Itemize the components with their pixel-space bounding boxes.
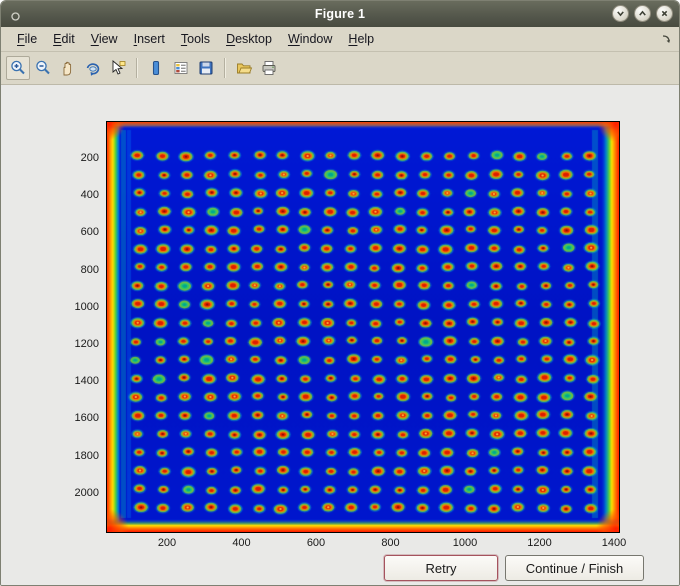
rotate-3d-button[interactable] <box>81 56 105 80</box>
pan-button[interactable] <box>56 56 80 80</box>
zoom-out-icon <box>36 60 50 75</box>
y-tick-label: 1800 <box>74 449 99 462</box>
cursor-icon <box>112 60 126 75</box>
window-menu-icon[interactable] <box>10 9 21 21</box>
save-icon <box>199 61 213 75</box>
y-tick-label: 1600 <box>74 412 99 425</box>
chevron-down-icon <box>617 11 624 17</box>
toolbar-separator <box>136 58 138 78</box>
figure-client: Retry Continue / Finish 200 400 600 800 1000… <box>1 85 679 585</box>
insert-legend-button[interactable] <box>169 56 193 80</box>
continue-finish-button[interactable]: Continue / Finish <box>505 555 644 581</box>
folder-open-icon <box>237 63 253 74</box>
open-file-button[interactable] <box>232 56 256 80</box>
axes[interactable] <box>106 121 620 533</box>
y-tick-label: 600 <box>80 226 99 239</box>
x-tick-label: 1400 <box>601 537 627 549</box>
zoom-out-button[interactable] <box>31 56 55 80</box>
menubar: File Edit View Insert Tools Desktop Wind… <box>1 27 679 52</box>
menu-insert[interactable]: Insert <box>126 29 173 49</box>
hand-icon <box>63 61 72 76</box>
close-button[interactable] <box>656 5 673 22</box>
undock-arrow-icon[interactable] <box>660 33 672 45</box>
y-tick-label: 1400 <box>74 375 99 388</box>
menu-desktop[interactable]: Desktop <box>218 29 280 49</box>
insert-colorbar-button[interactable] <box>144 56 168 80</box>
y-tick-label: 1000 <box>74 300 99 313</box>
chevron-up-icon <box>639 10 646 16</box>
zoom-in-button[interactable] <box>6 56 30 80</box>
figure-window: Figure 1 File Edit View Insert Tools Des… <box>0 0 680 586</box>
y-tick-label: 800 <box>80 263 99 276</box>
x-tick-label: 1200 <box>527 537 552 549</box>
menu-view[interactable]: View <box>83 29 126 49</box>
zoom-in-icon <box>11 60 25 75</box>
x-tick-label: 400 <box>232 537 251 549</box>
maximize-button[interactable] <box>634 5 651 22</box>
print-figure-button[interactable] <box>257 56 281 80</box>
heatmap-image[interactable] <box>107 122 619 532</box>
x-tick-label: 600 <box>306 537 326 549</box>
menu-edit[interactable]: Edit <box>45 29 83 49</box>
save-figure-button[interactable] <box>194 56 218 80</box>
toolbar <box>1 52 679 85</box>
menu-window[interactable]: Window <box>280 29 340 49</box>
y-tick-label: 400 <box>80 189 99 202</box>
toolbar-separator <box>224 58 226 78</box>
menu-tools[interactable]: Tools <box>173 29 218 49</box>
shade-button[interactable] <box>612 5 629 22</box>
x-tick-label: 1000 <box>452 537 478 549</box>
y-tick-label: 200 <box>80 152 99 164</box>
legend-icon <box>174 62 188 74</box>
printer-icon <box>262 61 276 75</box>
titlebar[interactable]: Figure 1 <box>1 1 679 27</box>
y-tick-label: 1200 <box>74 338 99 350</box>
x-tick-label: 800 <box>381 537 400 549</box>
data-cursor-button[interactable] <box>106 56 130 80</box>
menu-help[interactable]: Help <box>340 29 382 49</box>
colorbar-icon <box>152 60 160 76</box>
close-icon <box>661 10 668 17</box>
x-tick-label: 200 <box>157 537 177 549</box>
rotate-icon <box>86 63 100 76</box>
window-controls <box>612 5 673 22</box>
retry-button[interactable]: Retry <box>384 555 498 581</box>
y-tick-label: 2000 <box>74 486 99 499</box>
menu-file[interactable]: File <box>9 29 45 49</box>
window-title: Figure 1 <box>314 7 366 21</box>
